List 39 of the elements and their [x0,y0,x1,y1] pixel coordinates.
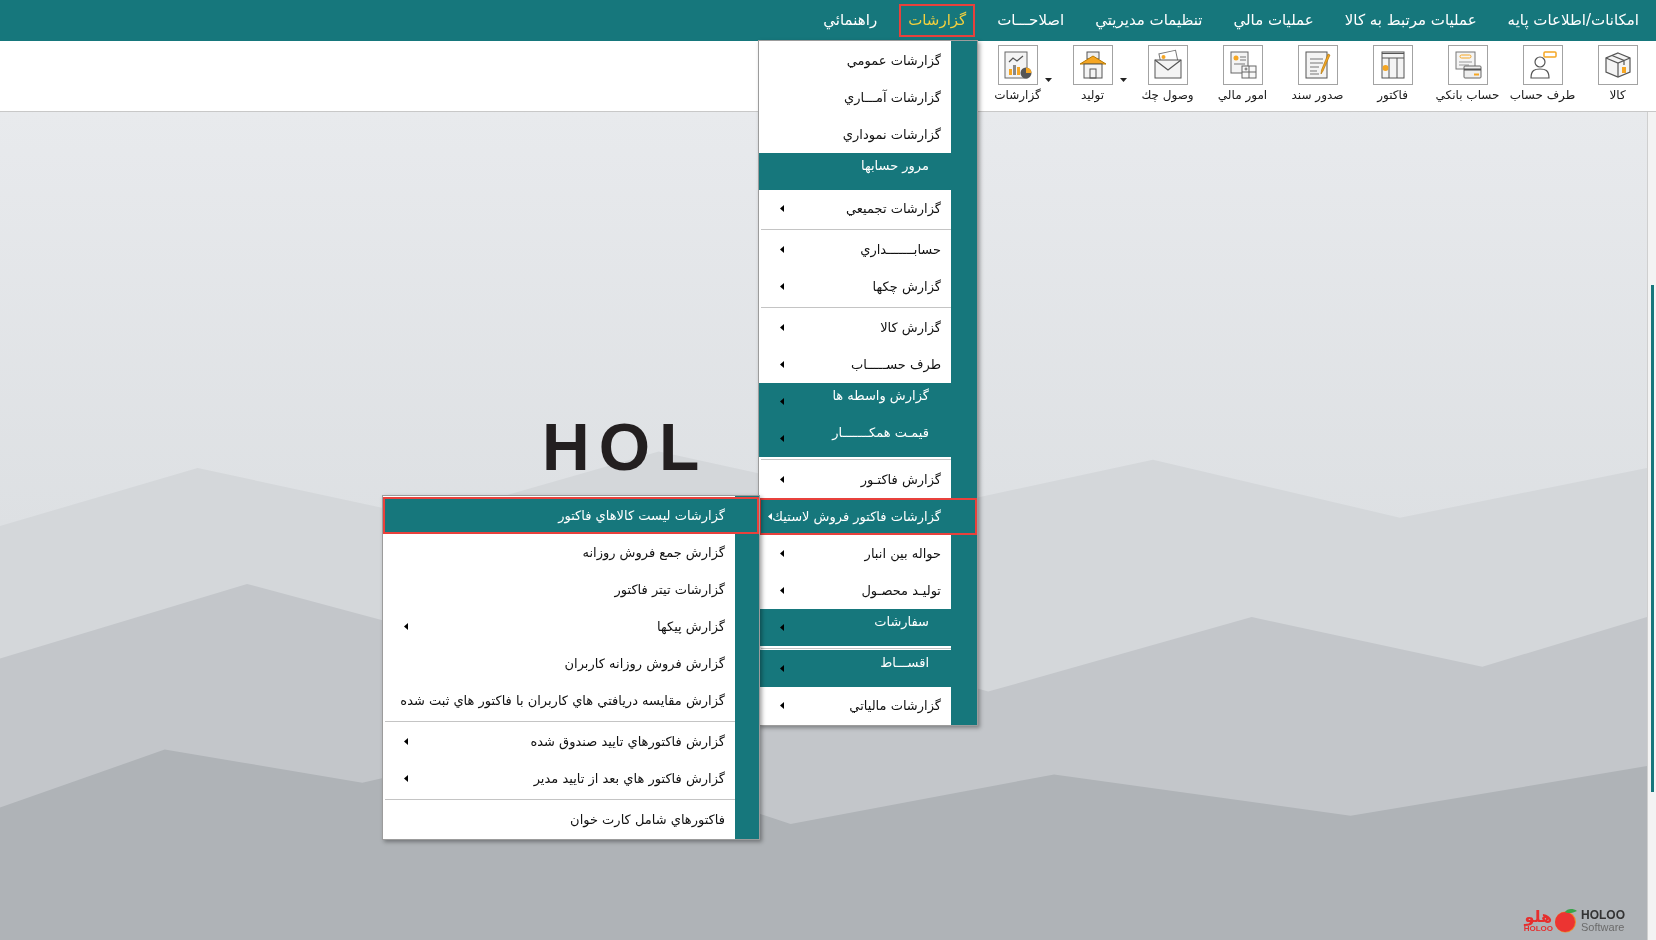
toolbar-button[interactable]: امور مالي [1205,45,1280,103]
toolbar-button[interactable]: وصول چك [1130,45,1205,103]
wallpaper-logo-text: HOL [542,414,709,480]
menu-bar-item[interactable]: عمليات مالي [1224,4,1323,37]
package-icon [1597,45,1638,85]
calculator-document-icon [1222,45,1263,85]
menu-bar-item[interactable]: تنظيمات مديريتي [1086,4,1212,37]
toolbar-button[interactable]: صدور سند [1280,45,1355,103]
splitter-handle[interactable] [1650,285,1654,792]
menu-item[interactable]: گزارشات ليست كالاهاي فاكتور [383,497,759,534]
menu-bar-item[interactable]: عمليات مرتبط به كالا [1335,4,1486,37]
brand-tagline: Software [1581,920,1625,933]
menu-band-item[interactable]: مرور حسابها [759,153,977,190]
toolbar-button[interactable]: توليد [1055,45,1130,103]
toolbar-button[interactable]: حساب بانكي [1430,45,1505,103]
menu-bar-item[interactable]: راهنمائي [814,4,887,37]
toolbar-button[interactable]: كالا [1580,45,1655,103]
menu-band-item[interactable]: اقســـاط [759,650,977,687]
brand-name: HOLOO [1581,908,1625,921]
menu-band-item[interactable]: قيمـت همكـــــــار [759,420,977,457]
menu-bar-item[interactable]: امكانات/اطلاعات پايه [1498,4,1648,37]
document-pen-icon [1297,45,1338,85]
menu-band-item[interactable]: سفارشات [759,609,977,646]
chart-report-icon [997,45,1038,85]
bank-card-icon [1447,45,1488,85]
toolbar-button[interactable]: فاكتور [1355,45,1430,103]
menu-bar-item[interactable]: اصلاحـــات [988,4,1074,37]
brand-persian-name: هلو [1524,908,1553,925]
envelope-icon [1147,45,1188,85]
person-icon [1522,45,1563,85]
apple-icon [1554,908,1578,933]
menu-band-item[interactable]: گزارش واسطه ها [759,383,977,420]
menu-item[interactable]: گزارشات فاكتور فروش لاستيك [759,498,977,535]
toolbar-button[interactable]: گزارشات [980,45,1055,103]
invoice-icon [1372,45,1413,85]
toolbar-button[interactable]: طرف حساب [1505,45,1580,103]
menu-bar-item[interactable]: گزارشات [899,4,976,37]
brand-small-text: HOLOO [1523,925,1553,933]
building-icon [1072,45,1113,85]
